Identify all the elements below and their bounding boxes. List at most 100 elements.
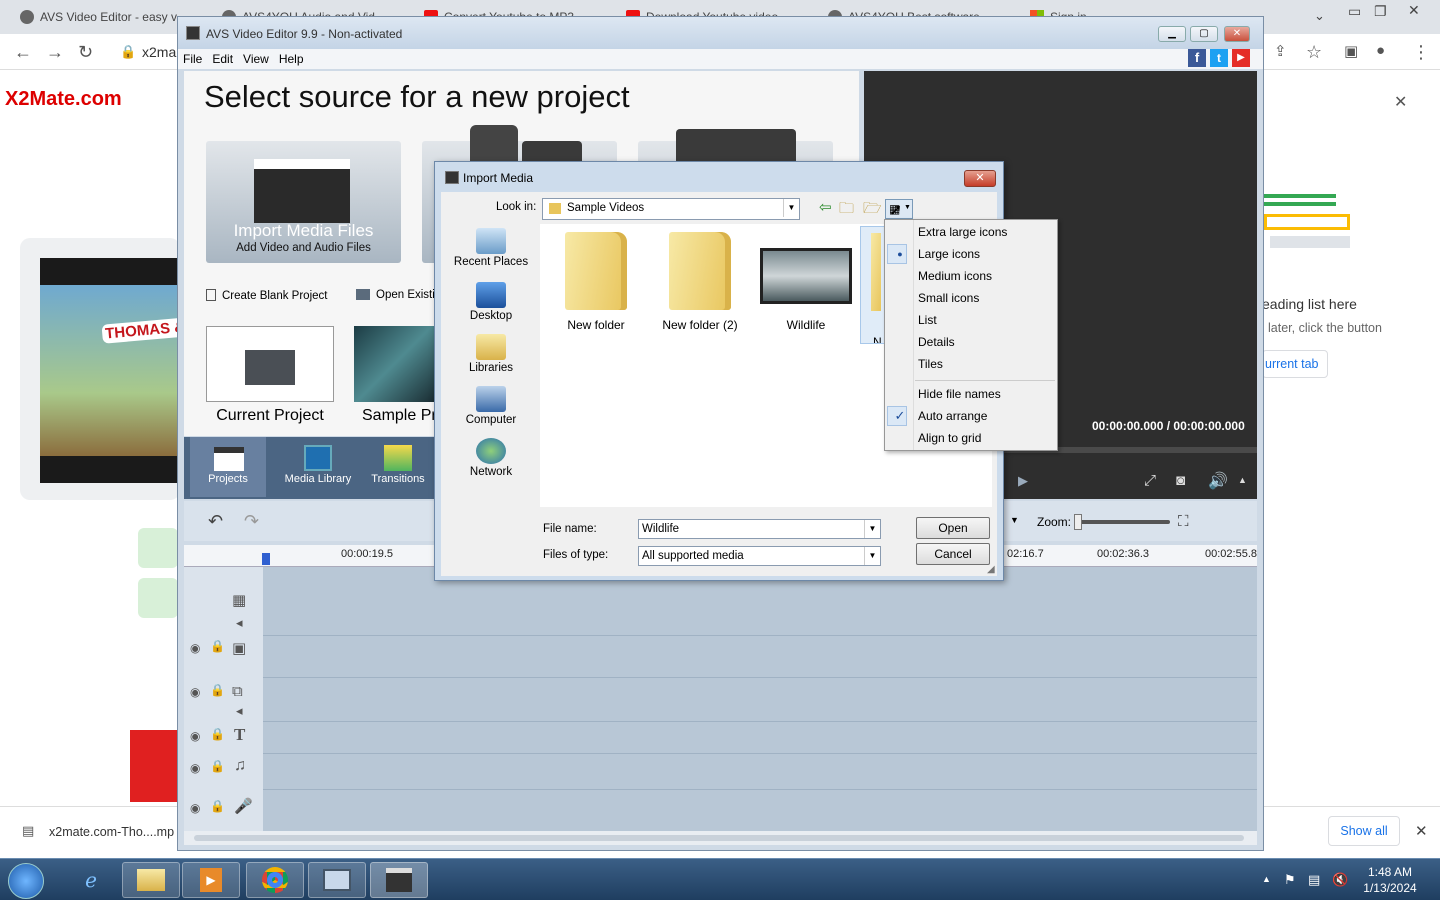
close-panel-icon[interactable]: ✕ xyxy=(1394,92,1407,112)
dropdown-arrow-icon[interactable]: ▼ xyxy=(1010,515,1019,525)
file-item-video[interactable]: Wildlife xyxy=(756,232,856,332)
menu-item-align-to-grid[interactable]: Align to grid xyxy=(918,428,981,448)
menu-item-auto-arrange[interactable]: Auto arrange xyxy=(918,406,987,426)
tray-network-icon[interactable]: ▤ xyxy=(1308,872,1320,888)
open-button[interactable]: Open xyxy=(916,517,990,539)
menu-item-list[interactable]: List xyxy=(918,310,937,330)
browser-tab[interactable]: AVS Video Editor - easy v xyxy=(20,4,200,30)
menu-item-small-icons[interactable]: Small icons xyxy=(918,288,979,308)
file-item-folder[interactable]: New folder xyxy=(546,232,646,332)
file-item-folder[interactable]: New folder (2) xyxy=(650,232,750,332)
mute-icon[interactable]: ◂ xyxy=(236,615,243,631)
menu-item-details[interactable]: Details xyxy=(918,332,955,352)
close-download-bar-icon[interactable]: ✕ xyxy=(1415,822,1428,840)
menu-dots-icon[interactable]: ⋮ xyxy=(1412,42,1430,63)
site-logo[interactable]: X2Mate.com xyxy=(5,88,122,111)
cancel-button[interactable]: Cancel xyxy=(916,543,990,565)
menu-view[interactable]: View xyxy=(243,49,269,69)
menu-item-extra-large-icons[interactable]: Extra large icons xyxy=(918,222,1007,242)
snapshot-icon[interactable]: ◙ xyxy=(1176,472,1185,489)
visibility-eye-icon[interactable]: ◉ xyxy=(190,801,200,815)
playhead-marker[interactable] xyxy=(262,553,270,565)
show-all-button[interactable]: Show all xyxy=(1328,816,1400,846)
fullscreen-icon[interactable]: ⤢ xyxy=(1144,472,1156,489)
dialog-title-bar[interactable]: Import Media ✕ xyxy=(435,162,1003,192)
video-thumbnail[interactable]: THOMAS & FRIENDS xyxy=(40,258,259,483)
restore-icon[interactable]: ❐ xyxy=(1374,3,1387,20)
menu-item-hide-file-names[interactable]: Hide file names xyxy=(918,384,1001,404)
profile-icon[interactable]: ● xyxy=(1376,42,1385,59)
tray-volume-icon[interactable]: 🔇 xyxy=(1332,872,1348,888)
up-folder-icon[interactable]: 🗀 xyxy=(839,198,854,223)
side-panel-icon[interactable]: ▣ xyxy=(1344,42,1358,60)
tab-transitions[interactable]: Transitions xyxy=(362,437,434,497)
system-clock[interactable]: 1:48 AM 1/13/2024 xyxy=(1352,864,1428,896)
lock-icon[interactable]: 🔒 xyxy=(210,639,225,653)
place-computer[interactable]: Computer xyxy=(445,386,537,426)
taskbar-chrome-icon[interactable] xyxy=(246,862,304,898)
green-button[interactable] xyxy=(138,578,178,618)
menu-edit[interactable]: Edit xyxy=(212,49,233,69)
file-name-input[interactable]: Wildlife ▼ xyxy=(638,519,881,539)
zoom-slider-handle[interactable] xyxy=(1074,514,1082,530)
lock-icon[interactable]: 🔒 xyxy=(210,759,225,773)
tab-search-icon[interactable]: ⌄ xyxy=(1314,8,1325,24)
youtube-icon[interactable]: ▶ xyxy=(1232,49,1250,67)
lock-icon[interactable]: 🔒 xyxy=(210,683,225,697)
taskbar-media-player-icon[interactable]: ▶ xyxy=(182,862,240,898)
visibility-eye-icon[interactable]: ◉ xyxy=(190,729,200,743)
create-blank-project-link[interactable]: Create Blank Project xyxy=(206,289,327,302)
play-icon[interactable]: ▶ xyxy=(1018,473,1028,489)
undo-icon[interactable]: ↶ xyxy=(208,511,223,532)
minimize-icon[interactable]: ▭ xyxy=(1348,3,1361,20)
back-icon[interactable]: ← xyxy=(14,42,32,63)
redo-icon[interactable]: ↷ xyxy=(244,511,259,532)
timeline-tracks[interactable] xyxy=(263,567,1257,831)
menu-help[interactable]: Help xyxy=(279,49,304,69)
avs-minimize-button[interactable]: ▁ xyxy=(1158,26,1186,42)
taskbar-ie-icon[interactable]: ℯ xyxy=(62,862,120,898)
taskbar-app-icon[interactable] xyxy=(308,862,366,898)
address-bar[interactable]: x2ma xyxy=(142,44,176,60)
menu-item-large-icons[interactable]: Large icons xyxy=(918,244,980,264)
sample-project-thumb[interactable] xyxy=(354,326,434,402)
dialog-close-button[interactable]: ✕ xyxy=(964,170,996,187)
open-existing-project-link[interactable]: Open Existin xyxy=(356,289,441,301)
import-media-tile[interactable]: Import Media Files Add Video and Audio F… xyxy=(206,141,401,263)
download-filename[interactable]: x2mate.com-Tho....mp xyxy=(49,825,174,839)
place-network[interactable]: Network xyxy=(445,438,537,478)
tray-flag-icon[interactable]: ⚑ xyxy=(1284,872,1296,888)
bookmark-star-icon[interactable]: ☆ xyxy=(1306,42,1322,63)
mute-icon[interactable]: ◂ xyxy=(236,703,243,719)
avs-close-button[interactable]: ✕ xyxy=(1224,26,1250,42)
start-button[interactable] xyxy=(8,863,44,899)
facebook-icon[interactable]: f xyxy=(1188,49,1206,67)
timeline-scrollbar[interactable] xyxy=(184,831,1257,845)
zoom-slider[interactable] xyxy=(1074,514,1170,530)
current-project-thumb[interactable] xyxy=(206,326,334,402)
visibility-eye-icon[interactable]: ◉ xyxy=(190,685,200,699)
menu-item-medium-icons[interactable]: Medium icons xyxy=(918,266,992,286)
tab-projects[interactable]: Projects xyxy=(190,437,266,497)
new-folder-icon[interactable]: 🗁 xyxy=(863,198,882,223)
add-current-tab-button[interactable]: urrent tab xyxy=(1262,350,1328,378)
volume-arrow-icon[interactable]: ▲ xyxy=(1238,475,1247,485)
menu-file[interactable]: File xyxy=(183,49,202,69)
twitter-icon[interactable]: t xyxy=(1210,49,1228,67)
avs-title-bar[interactable]: AVS Video Editor 9.9 - Non-activated ▁ ▢… xyxy=(178,17,1263,49)
look-in-dropdown[interactable]: Sample Videos ▼ xyxy=(542,198,800,220)
forward-icon[interactable]: → xyxy=(46,42,64,63)
menu-item-tiles[interactable]: Tiles xyxy=(918,354,943,374)
resize-grip-icon[interactable]: ◢ xyxy=(987,564,995,575)
volume-icon[interactable]: 🔊 xyxy=(1208,471,1228,491)
lock-icon[interactable]: 🔒 xyxy=(210,727,225,741)
green-button[interactable] xyxy=(138,528,178,568)
files-of-type-select[interactable]: All supported media ▼ xyxy=(638,546,881,566)
place-desktop[interactable]: Desktop xyxy=(445,282,537,322)
place-recent-places[interactable]: Recent Places xyxy=(445,228,537,268)
taskbar-explorer-icon[interactable] xyxy=(122,862,180,898)
close-icon[interactable]: ✕ xyxy=(1408,2,1420,19)
zoom-fit-icon[interactable]: ⛶ xyxy=(1178,513,1189,530)
place-libraries[interactable]: Libraries xyxy=(445,334,537,374)
reload-icon[interactable]: ↻ xyxy=(78,42,93,63)
